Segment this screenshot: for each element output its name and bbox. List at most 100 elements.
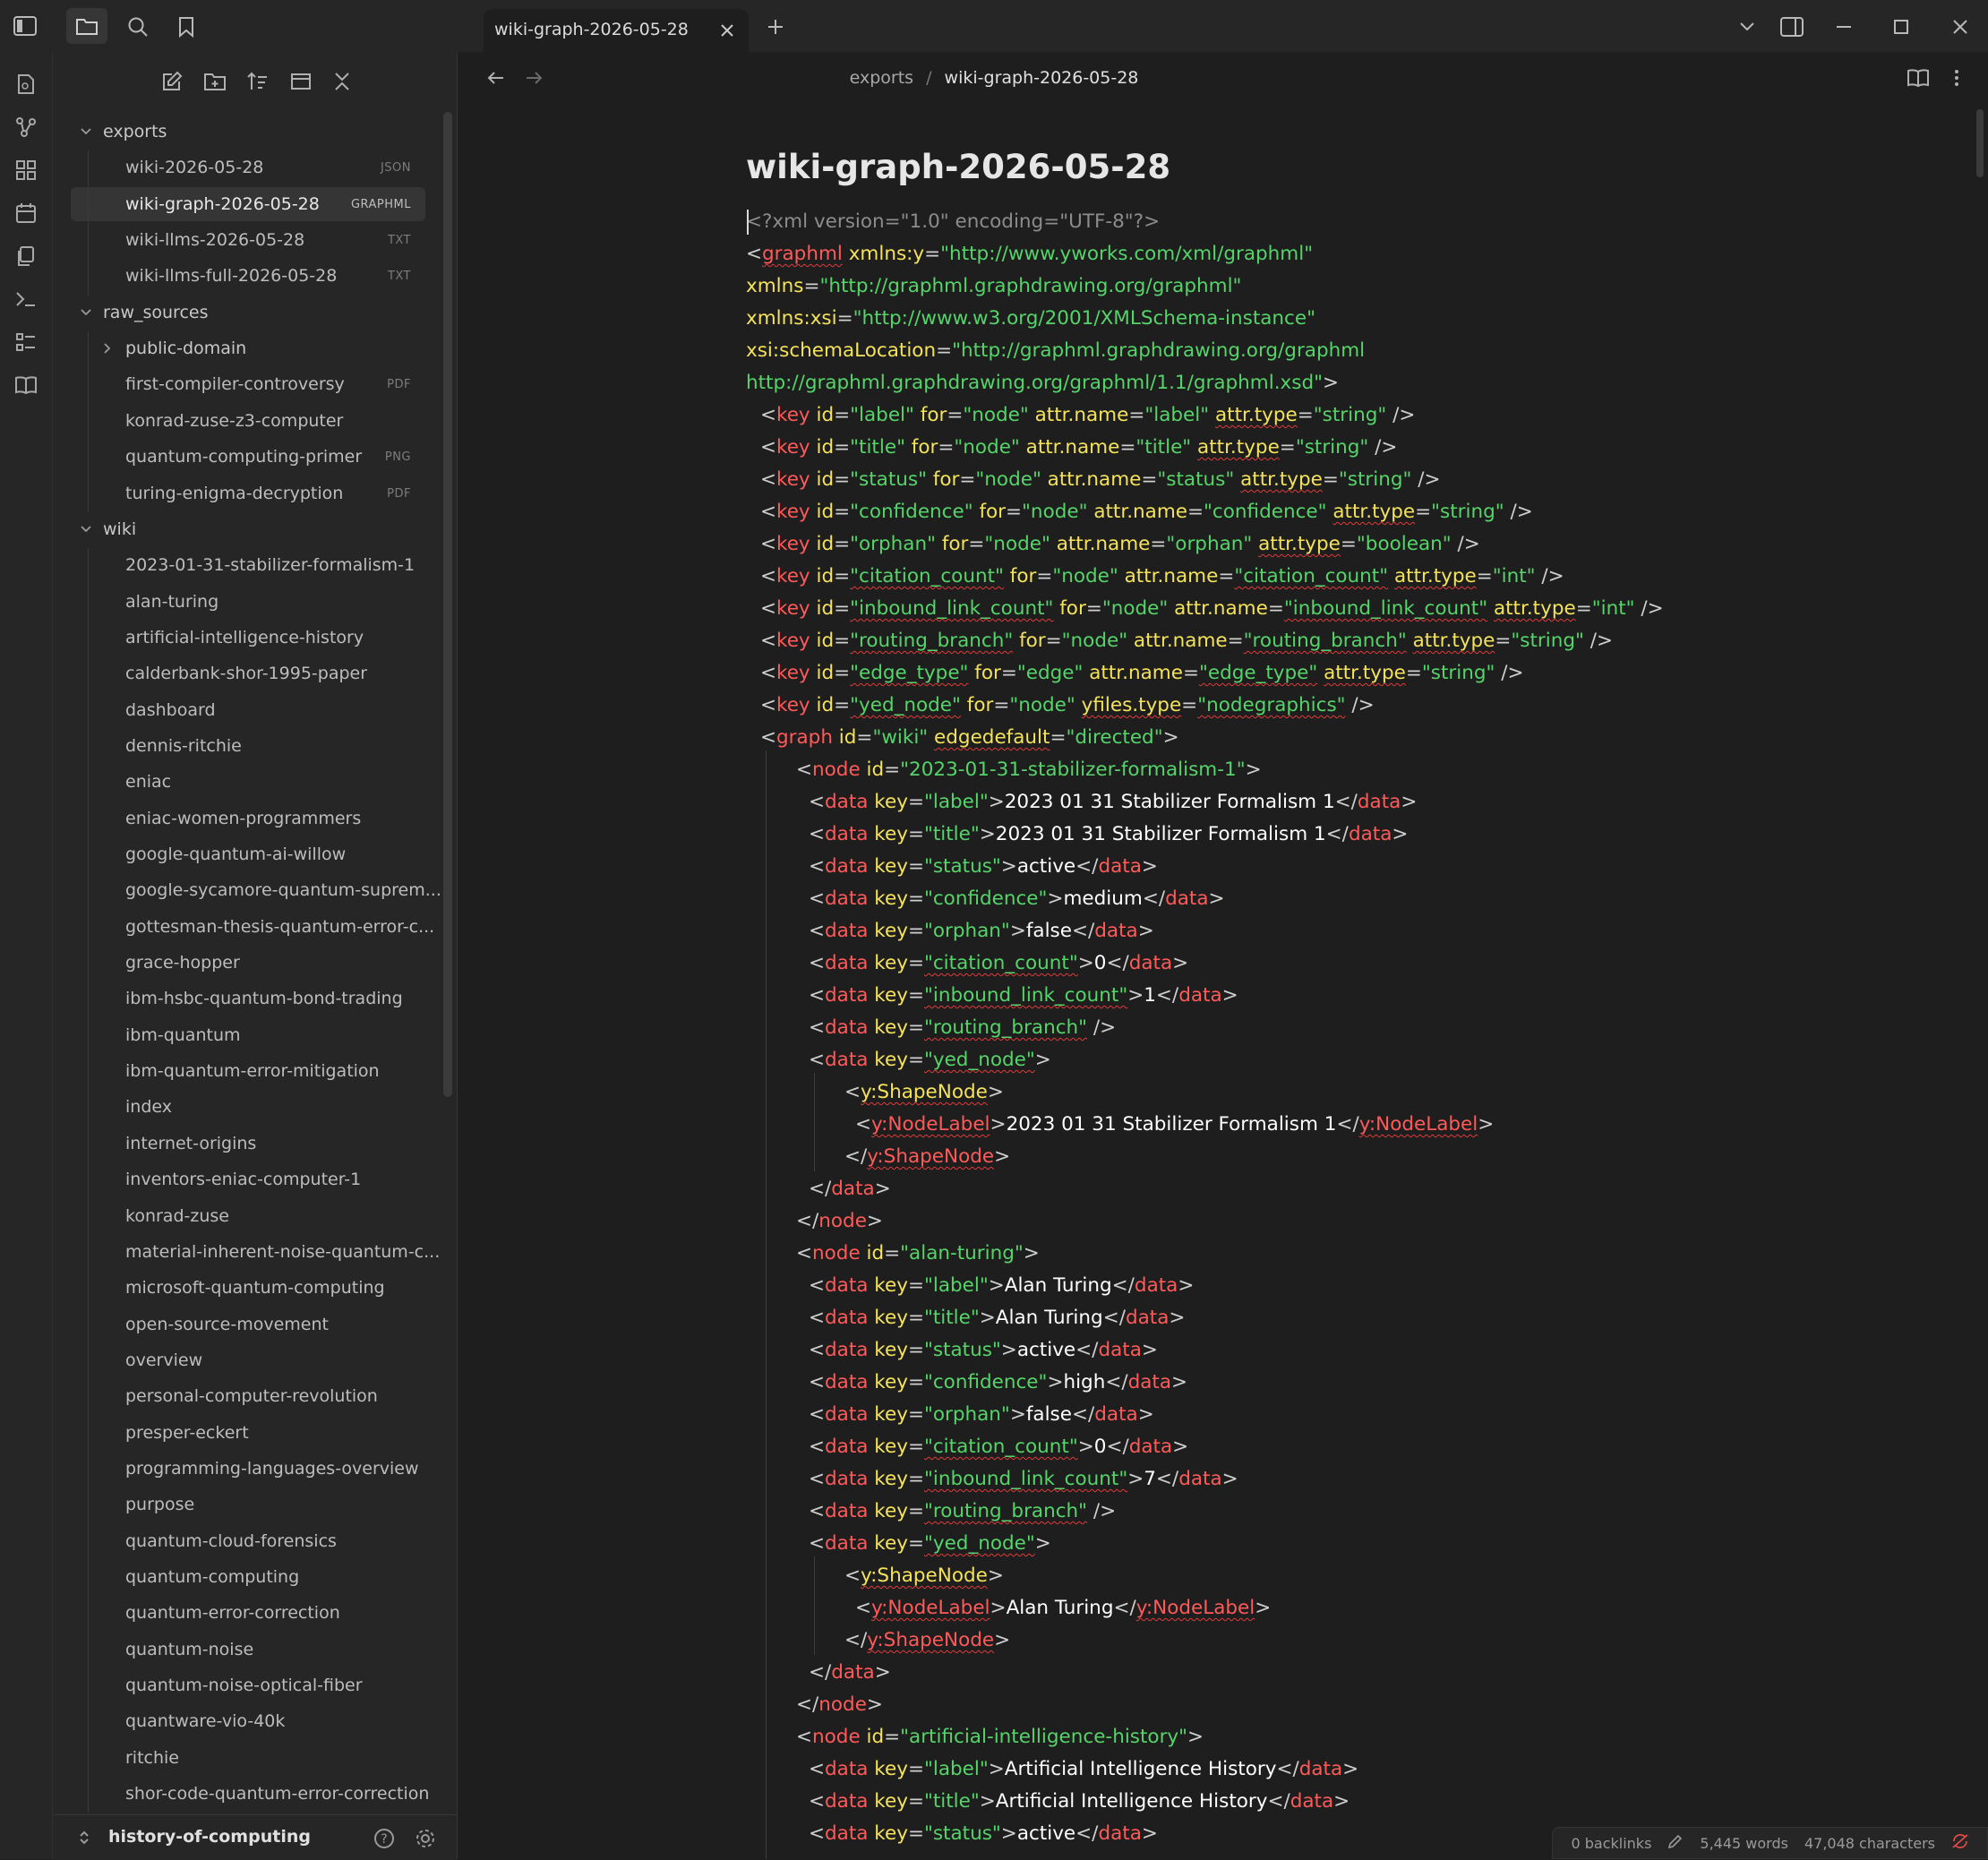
file-item[interactable]: eniac-women-programmers	[71, 801, 425, 836]
file-item[interactable]: open-source-movement	[71, 1307, 425, 1341]
file-item[interactable]: overview	[71, 1343, 425, 1377]
tab-list-chevron-down-icon[interactable]	[1734, 14, 1761, 39]
code-token: y:NodeLabel	[1358, 1113, 1478, 1136]
minimize-icon[interactable]	[1829, 13, 1859, 41]
code-content[interactable]: <?xml version="1.0" encoding="UTF-8"?> <g…	[746, 206, 1910, 1850]
code-token: key	[868, 1049, 908, 1071]
file-item[interactable]: microsoft-quantum-computing	[71, 1271, 425, 1305]
code-token: <	[796, 759, 813, 781]
templates-icon[interactable]	[10, 240, 42, 272]
file-item[interactable]: quantware-vio-40k	[71, 1704, 425, 1738]
close-window-icon[interactable]	[1945, 13, 1975, 41]
reading-book-icon[interactable]	[10, 369, 42, 401]
file-item[interactable]: quantum-cloud-forensics	[71, 1524, 425, 1558]
tab-wiki-graph[interactable]: wiki-graph-2026-05-28	[484, 9, 749, 52]
chevron-down-icon[interactable]	[80, 124, 92, 141]
file-item[interactable]: first-compiler-controversy PDF	[71, 367, 425, 401]
file-item[interactable]: personal-computer-revolution	[71, 1379, 425, 1413]
file-item[interactable]: gottesman-thesis-quantum-error-c...	[71, 910, 434, 944]
code-token: attr.name	[1041, 468, 1142, 491]
bookmark-icon[interactable]	[170, 11, 202, 43]
code-line: <key id="status" for="node" attr.name="s…	[746, 464, 1910, 496]
breadcrumb-folder[interactable]: exports	[850, 68, 913, 88]
file-item[interactable]: google-sycamore-quantum-suprem...	[71, 873, 441, 907]
code-token: =	[1045, 630, 1062, 652]
folder-item[interactable]: public-domain	[71, 331, 425, 365]
file-item[interactable]: presper-eckert	[71, 1416, 425, 1450]
chevron-down-icon[interactable]	[80, 522, 92, 539]
file-item[interactable]: wiki-llms-full-2026-05-28 TXT	[71, 259, 425, 293]
file-item[interactable]: quantum-noise-optical-fiber	[71, 1668, 425, 1702]
code-line: <data key="label">2023 01 31 Stabilizer …	[746, 786, 1910, 819]
close-tab-icon[interactable]	[715, 18, 740, 43]
editor-scrollbar[interactable]	[1976, 109, 1984, 177]
canvas-icon[interactable]	[10, 154, 42, 186]
settings-gear-icon[interactable]	[413, 1826, 438, 1851]
sidebar-toggle-icon[interactable]	[9, 13, 41, 39]
code-token: key	[776, 694, 810, 716]
folder-item[interactable]: exports	[71, 115, 425, 149]
file-item[interactable]: konrad-zuse-z3-computer	[71, 404, 425, 438]
file-item[interactable]: calderbank-shor-1995-paper	[71, 656, 425, 690]
file-item[interactable]: turing-enigma-decryption PDF	[71, 476, 425, 510]
new-tab-icon[interactable]	[761, 13, 790, 41]
file-item[interactable]: shor-code-quantum-error-correction	[71, 1777, 429, 1811]
chevron-right-icon[interactable]	[101, 341, 114, 358]
folder-item[interactable]: wiki	[71, 512, 425, 546]
file-item[interactable]: quantum-computing-primer PNG	[71, 440, 425, 474]
code-token: 0	[1093, 952, 1107, 974]
file-explorer-icon[interactable]	[66, 8, 107, 44]
pencil-icon[interactable]	[1667, 1833, 1684, 1853]
code-token: <	[809, 1339, 826, 1361]
file-item[interactable]: alan-turing	[71, 585, 425, 619]
right-sidebar-toggle-icon[interactable]	[1777, 13, 1807, 41]
file-item[interactable]: konrad-zuse	[71, 1199, 425, 1233]
maximize-icon[interactable]	[1886, 13, 1916, 41]
file-item[interactable]: programming-languages-overview	[71, 1452, 425, 1486]
file-item[interactable]: quantum-computing	[71, 1560, 425, 1594]
calendar-icon[interactable]	[10, 197, 42, 229]
help-icon[interactable]: ?	[372, 1826, 397, 1851]
file-item[interactable]: wiki-2026-05-28 JSON	[71, 150, 425, 184]
file-item[interactable]: ritchie	[71, 1741, 425, 1775]
file-item[interactable]: wiki-llms-2026-05-28 TXT	[71, 223, 425, 257]
outline-icon[interactable]	[10, 326, 42, 358]
file-item[interactable]: google-quantum-ai-willow	[71, 837, 425, 871]
file-item[interactable]: dashboard	[71, 693, 425, 727]
file-item[interactable]: quantum-error-correction	[71, 1596, 425, 1630]
code-token: >	[1255, 1597, 1272, 1619]
code-token: >	[990, 1597, 1007, 1619]
code-token: "boolean"	[1356, 533, 1452, 555]
breadcrumb-current[interactable]: wiki-graph-2026-05-28	[945, 68, 1139, 88]
file-item[interactable]: grace-hopper	[71, 946, 425, 980]
file-item[interactable]: internet-origins	[71, 1127, 425, 1161]
file-item[interactable]: material-inherent-noise-quantum-c...	[71, 1235, 440, 1269]
chevron-down-icon[interactable]	[80, 305, 92, 322]
file-item[interactable]: wiki-graph-2026-05-28 GRAPHML	[71, 186, 425, 221]
sidebar-scrollbar[interactable]	[443, 112, 452, 1097]
file-item[interactable]: quantum-noise	[71, 1633, 425, 1667]
file-item[interactable]: dennis-ritchie	[71, 729, 425, 763]
file-item[interactable]: purpose	[71, 1487, 425, 1521]
code-token: <	[809, 791, 826, 813]
graph-view-icon[interactable]	[10, 111, 42, 143]
code-line: <data key="label">Alan Turing</data>	[746, 1270, 1910, 1302]
file-item[interactable]: ibm-quantum	[71, 1018, 425, 1052]
vault-name[interactable]: history-of-computing	[108, 1827, 311, 1847]
backlinks-count[interactable]: 0 backlinks	[1571, 1835, 1651, 1852]
code-token: =	[834, 533, 851, 555]
code-token: id	[810, 404, 835, 426]
search-icon[interactable]	[120, 11, 156, 43]
file-item[interactable]: ibm-quantum-error-mitigation	[71, 1054, 425, 1088]
sync-error-icon[interactable]	[1951, 1833, 1969, 1853]
document-title[interactable]: wiki-graph-2026-05-28	[746, 148, 1170, 186]
file-item[interactable]: eniac	[71, 765, 425, 799]
file-item[interactable]: ibm-hsbc-quantum-bond-trading	[71, 981, 425, 1016]
file-item[interactable]: artificial-intelligence-history	[71, 621, 425, 655]
file-item[interactable]: inventors-eniac-computer-1	[71, 1162, 425, 1196]
folder-item[interactable]: raw_sources	[71, 296, 425, 330]
file-item[interactable]: index	[71, 1090, 425, 1124]
file-item[interactable]: 2023-01-31-stabilizer-formalism-1	[71, 548, 425, 582]
vault-chevron-updown-icon[interactable]	[76, 1828, 92, 1847]
terminal-icon[interactable]	[10, 283, 42, 315]
